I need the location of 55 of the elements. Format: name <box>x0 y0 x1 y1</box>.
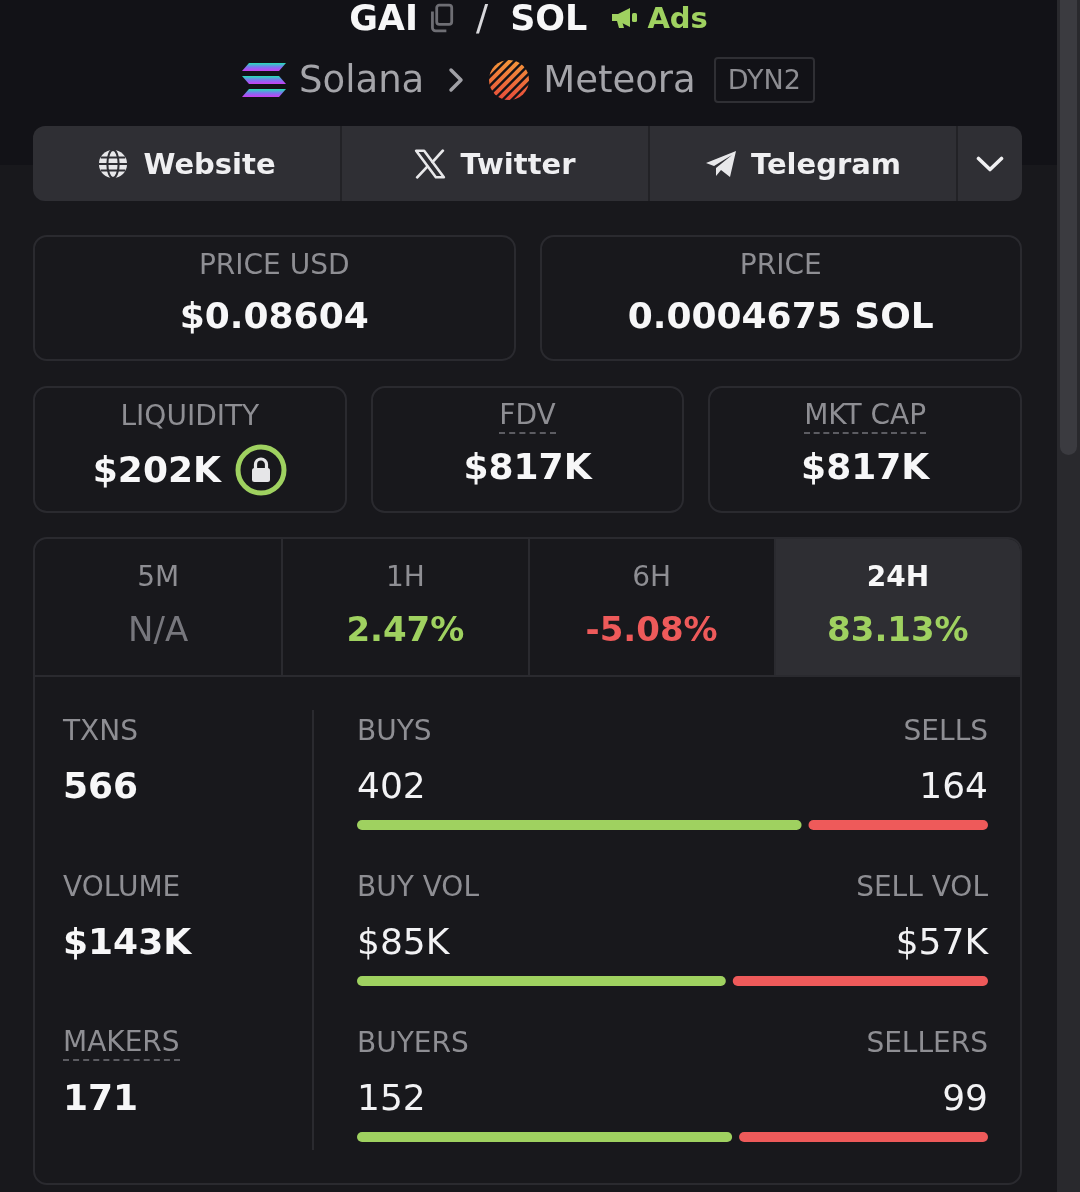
chain-logo-icon <box>242 62 287 98</box>
chevron-down-icon <box>976 155 1004 172</box>
dex-logo-icon <box>488 59 531 101</box>
stat-value: 171 <box>63 1076 139 1120</box>
timeframe-tab[interactable]: 1H 2.47% <box>281 539 528 675</box>
price-label: PRICE USD <box>198 247 350 283</box>
buy-label: BUY VOL <box>357 869 479 905</box>
x-logo-icon <box>414 148 447 179</box>
sell-value: $57K <box>895 920 988 964</box>
sell-label: SELL VOL <box>856 869 988 905</box>
metric-value: $817K <box>801 445 930 489</box>
link-button[interactable]: Website <box>33 126 340 201</box>
dex-name[interactable]: Meteora <box>543 57 696 103</box>
pool-type-badge: DYN2 <box>713 57 815 103</box>
pair-separator: / <box>476 0 489 36</box>
megaphone-icon <box>611 6 640 30</box>
price-label: PRICE <box>739 247 822 283</box>
buy-value: 402 <box>357 764 426 808</box>
link-button[interactable]: Telegram <box>648 126 956 201</box>
stat-value: 566 <box>63 764 139 808</box>
chevron-right-icon <box>448 67 465 93</box>
metric-label[interactable]: MKT CAP <box>804 398 927 434</box>
sell-label: SELLS <box>903 713 988 749</box>
timeframe-tab[interactable]: 5M N/A <box>35 539 282 675</box>
paper-plane-icon <box>704 148 737 179</box>
stat-label[interactable]: MAKERS <box>63 1025 180 1061</box>
more-links-button[interactable] <box>956 126 1022 201</box>
price-value: 0.0004675 SOL <box>627 294 934 338</box>
price-change: N/A <box>128 608 189 651</box>
price-change: -5.08% <box>585 608 718 651</box>
buy-value: $85K <box>357 920 450 964</box>
quote-token-symbol: SOL <box>510 0 588 36</box>
price-value: $0.08604 <box>179 294 369 338</box>
sell-label: SELLERS <box>866 1025 988 1061</box>
base-token-symbol: GAI <box>349 0 418 36</box>
sell-value: 99 <box>942 1076 988 1120</box>
timeframe-tab[interactable]: 24H 83.13% <box>773 539 1020 675</box>
stat-label: VOLUME <box>63 869 181 905</box>
price-change: 2.47% <box>346 608 465 651</box>
metric-label[interactable]: FDV <box>499 398 556 434</box>
ads-button[interactable]: Ads <box>611 0 708 36</box>
chain-name[interactable]: Solana <box>299 57 425 103</box>
stat-label: TXNS <box>63 713 138 749</box>
sell-value: 164 <box>919 764 988 808</box>
metric-label: LIQUIDITY <box>120 398 260 434</box>
link-button[interactable]: Twitter <box>340 126 648 201</box>
stat-value: $143K <box>63 920 192 964</box>
globe-icon <box>97 148 130 179</box>
buy-label: BUYERS <box>357 1025 469 1061</box>
price-change: 83.13% <box>827 608 969 651</box>
metric-value: $817K <box>463 445 592 489</box>
metric-value: $202K <box>92 448 221 492</box>
buy-value: 152 <box>357 1076 426 1120</box>
copy-icon[interactable] <box>428 3 454 33</box>
buy-label: BUYS <box>357 713 432 749</box>
